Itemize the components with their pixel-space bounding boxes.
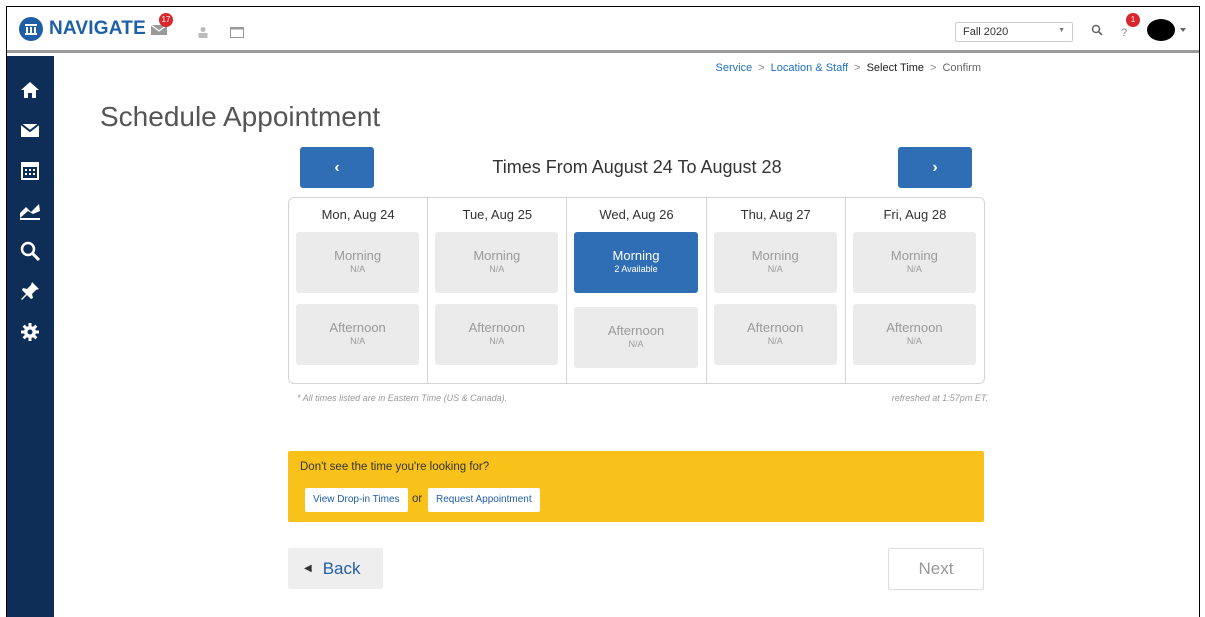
slot-status: N/A <box>767 264 783 274</box>
term-select[interactable]: Fall 2020 ▼ <box>955 22 1073 42</box>
day-column-thu: Thu, Aug 27 Morning N/A Afternoon N/A <box>707 198 846 383</box>
top-bar: NAVIGATE 17 Fall 2020 ▼ ? 1 <box>7 7 1199 53</box>
view-drop-in-times-button[interactable]: View Drop-in Times <box>305 488 408 512</box>
day-header: Fri, Aug 28 <box>883 207 947 222</box>
sidebar <box>7 56 54 617</box>
next-week-button[interactable]: › <box>898 147 972 188</box>
breadcrumb-select-time: Select Time <box>866 62 925 74</box>
breadcrumb-separator: > <box>854 62 861 74</box>
day-header: Tue, Aug 25 <box>462 207 533 222</box>
availability-grid: Mon, Aug 24 Morning N/A Afternoon N/A Tu… <box>288 197 985 384</box>
slot-name: Afternoon <box>747 320 804 335</box>
gear-icon[interactable] <box>18 320 42 344</box>
window-icon[interactable] <box>230 25 244 43</box>
day-column-tue: Tue, Aug 25 Morning N/A Afternoon N/A <box>428 198 568 383</box>
search-icon[interactable] <box>1091 23 1103 41</box>
term-value: Fall 2020 <box>963 26 1009 38</box>
slot-status: 2 Available <box>614 264 658 274</box>
week-range-title: Times From August 24 To August 28 <box>492 157 782 177</box>
chevron-right-icon: › <box>932 158 938 176</box>
day-header: Wed, Aug 26 <box>599 207 674 222</box>
breadcrumb-separator: > <box>758 62 765 74</box>
breadcrumb-service[interactable]: Service <box>716 62 753 74</box>
request-appointment-button[interactable]: Request Appointment <box>428 488 540 512</box>
reports-chart-icon[interactable] <box>18 199 42 223</box>
message-count-badge: 17 <box>159 13 173 27</box>
slot-name: Afternoon <box>468 320 525 335</box>
slot-name: Afternoon <box>886 320 943 335</box>
avatar[interactable] <box>1147 19 1187 46</box>
breadcrumb-location-staff[interactable]: Location & Staff <box>771 62 848 74</box>
next-label: Next <box>918 559 954 578</box>
help-prompt: Don't see the time you're looking for? <box>300 461 490 473</box>
slot-name: Morning <box>473 248 521 263</box>
person-icon[interactable] <box>197 25 209 43</box>
slot-name: Morning <box>334 248 382 263</box>
day-column-wed: Wed, Aug 26 Morning 2 Available Afternoo… <box>567 198 707 383</box>
morning-slot: Morning N/A <box>713 232 837 293</box>
institution-icon <box>19 17 43 41</box>
morning-slot: Morning N/A <box>435 232 559 293</box>
morning-slot-available[interactable]: Morning 2 Available <box>574 232 698 293</box>
afternoon-slot: Afternoon N/A <box>574 307 698 368</box>
slot-name: Morning <box>751 248 799 263</box>
back-label: Back <box>322 558 361 578</box>
chevron-left-icon: ‹ <box>334 158 340 176</box>
afternoon-slot: Afternoon N/A <box>852 304 977 365</box>
slot-status: N/A <box>489 336 505 346</box>
previous-week-button[interactable]: ‹ <box>300 147 374 188</box>
or-label: or <box>412 493 423 505</box>
back-button[interactable]: ◀ Back <box>288 548 383 589</box>
page-title: Schedule Appointment <box>100 101 381 132</box>
morning-slot: Morning N/A <box>296 232 420 293</box>
afternoon-slot: Afternoon N/A <box>435 304 559 365</box>
breadcrumb: Service > Location & Staff > Select Time > Con… <box>716 62 981 74</box>
afternoon-slot: Afternoon N/A <box>296 304 420 365</box>
slot-status: N/A <box>350 264 366 274</box>
slot-name: Afternoon <box>329 320 386 335</box>
day-column-fri: Fri, Aug 28 Morning N/A Afternoon N/A <box>846 198 984 383</box>
logo-text: NAVIGATE <box>49 18 146 39</box>
alert-count-badge: 1 <box>1126 13 1140 27</box>
timezone-note: * All times listed are in Eastern Time (… <box>297 393 508 403</box>
breadcrumb-confirm: Confirm <box>942 62 981 74</box>
pin-icon[interactable] <box>18 279 42 303</box>
slot-name: Morning <box>612 248 660 263</box>
slot-status: N/A <box>489 264 505 274</box>
slot-name: Afternoon <box>607 323 665 338</box>
help-icon[interactable]: ? 1 <box>1121 13 1140 41</box>
home-icon[interactable] <box>18 78 42 102</box>
slot-status: N/A <box>906 264 922 274</box>
messages-icon[interactable]: 17 <box>150 13 173 41</box>
day-header: Thu, Aug 27 <box>740 207 811 222</box>
day-header: Mon, Aug 24 <box>321 207 395 222</box>
slot-status: N/A <box>906 336 922 346</box>
slot-status: N/A <box>767 336 783 346</box>
logo[interactable]: NAVIGATE <box>19 17 146 41</box>
slot-status: N/A <box>628 339 644 349</box>
chevron-down-icon: ▼ <box>1058 27 1065 34</box>
mail-icon[interactable] <box>18 118 42 142</box>
alternative-options-panel: Don't see the time you're looking for? V… <box>288 451 984 522</box>
morning-slot: Morning N/A <box>852 232 977 293</box>
day-column-mon: Mon, Aug 24 Morning N/A Afternoon N/A <box>289 198 429 383</box>
slot-status: N/A <box>350 336 366 346</box>
search-icon[interactable] <box>18 239 42 263</box>
triangle-left-icon: ◀ <box>304 563 312 574</box>
breadcrumb-separator: > <box>930 62 937 74</box>
next-button[interactable]: Next <box>888 548 984 590</box>
app-window: NAVIGATE 17 Fall 2020 ▼ ? 1 Service > Lo… <box>6 6 1200 617</box>
refreshed-note: refreshed at 1:57pm ET. <box>891 393 988 403</box>
afternoon-slot: Afternoon N/A <box>713 304 837 365</box>
calendar-icon[interactable] <box>18 158 42 182</box>
slot-name: Morning <box>890 248 938 263</box>
